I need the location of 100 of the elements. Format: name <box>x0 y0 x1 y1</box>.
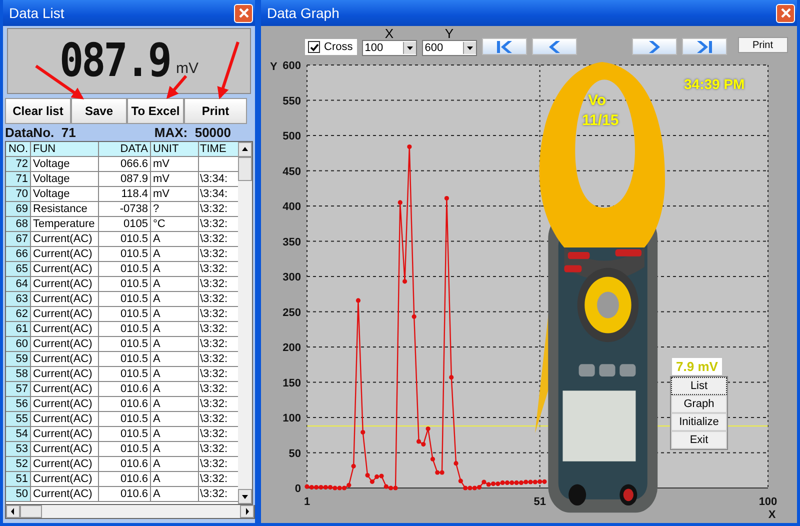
table-cell: 50 <box>6 487 31 502</box>
table-cell: A <box>151 322 199 337</box>
action-button[interactable]: Clear list <box>5 98 71 124</box>
table-cell: 58 <box>6 367 31 382</box>
table-cell: Current(AC) <box>31 472 99 487</box>
table-cell: 57 <box>6 382 31 397</box>
table-cell: Current(AC) <box>31 232 99 247</box>
y-axis-label: Y <box>270 61 278 73</box>
scroll-left-icon[interactable] <box>6 505 20 518</box>
table-cell: A <box>151 412 199 427</box>
close-button[interactable] <box>776 4 795 22</box>
table-cell: Voltage <box>31 187 99 202</box>
table-cell: A <box>151 397 199 412</box>
table-cell: Current(AC) <box>31 382 99 397</box>
data-point <box>449 375 454 380</box>
table-cell: Current(AC) <box>31 442 99 457</box>
table-cell: 010.5 <box>99 427 151 442</box>
x-axis-label: X <box>768 509 776 521</box>
data-point <box>430 456 436 462</box>
table-cell: A <box>151 337 199 352</box>
chevron-left-icon <box>548 40 560 52</box>
table-cell: 010.5 <box>99 322 151 337</box>
table-cell: 53 <box>6 442 31 457</box>
table-cell: °C <box>151 217 199 232</box>
y-tick-label: 550 <box>282 95 301 108</box>
data-point <box>351 464 356 468</box>
table-cell: 65 <box>6 262 31 277</box>
table-cell: 68 <box>6 217 31 232</box>
horizontal-scrollbar[interactable] <box>5 505 255 519</box>
table-cell: mV <box>151 187 199 202</box>
skip-last-icon <box>696 40 712 52</box>
column-header: FUN <box>31 142 99 157</box>
y-range-label: Y <box>444 27 454 40</box>
table-cell: 010.5 <box>99 277 151 292</box>
cross-checkbox[interactable]: Cross <box>305 39 357 55</box>
y-tick-label: 600 <box>282 60 301 72</box>
table-cell: Current(AC) <box>31 292 99 307</box>
table-cell: Current(AC) <box>31 337 99 352</box>
table-cell: A <box>151 442 199 457</box>
scroll-up-icon[interactable] <box>238 142 252 157</box>
y-tick-label: 200 <box>282 342 301 354</box>
close-button[interactable] <box>234 4 253 22</box>
cursor-value: 7.9 mV <box>672 358 722 375</box>
scroll-down-icon[interactable] <box>238 489 252 504</box>
skip-first-icon <box>496 40 512 52</box>
column-header: NO. <box>6 142 31 157</box>
table-cell: 010.5 <box>99 232 151 247</box>
reading-unit: mV <box>176 60 198 76</box>
x-tick-label: 100 <box>758 496 778 508</box>
menu-item[interactable]: List <box>671 377 727 395</box>
y-tick-label: 0 <box>294 483 301 495</box>
table-cell: Current(AC) <box>31 367 99 382</box>
scroll-thumb[interactable] <box>20 505 42 518</box>
table-cell: 087.9 <box>99 172 151 187</box>
data-point <box>458 478 463 484</box>
y-range-dropdown[interactable]: 600 <box>422 40 477 56</box>
table-cell: Current(AC) <box>31 397 99 412</box>
table-cell: A <box>151 472 199 487</box>
table-cell: 010.5 <box>99 367 151 382</box>
pointer-arrow <box>166 75 188 99</box>
first-page-button[interactable] <box>482 38 527 55</box>
table-cell: 59 <box>6 352 31 367</box>
vertical-scrollbar[interactable] <box>238 142 252 504</box>
action-button[interactable]: To Excel <box>127 98 184 124</box>
dropdown-caret-icon <box>462 42 476 54</box>
table-cell: 010.5 <box>99 307 151 322</box>
x-range-dropdown[interactable]: 100 <box>362 40 417 56</box>
window-title: Data Graph <box>267 5 340 21</box>
table-cell: Current(AC) <box>31 457 99 472</box>
scroll-right-icon[interactable] <box>240 505 254 518</box>
action-button[interactable]: Save <box>71 98 127 124</box>
y-tick-label: 100 <box>282 412 301 424</box>
y-tick-label: 300 <box>282 272 301 284</box>
table-cell: Temperature <box>31 217 99 232</box>
table-cell: 62 <box>6 307 31 322</box>
action-button[interactable]: Print <box>184 98 247 124</box>
table-cell: A <box>151 382 199 397</box>
data-point <box>454 461 458 466</box>
table-cell: 66 <box>6 247 31 262</box>
scroll-thumb[interactable] <box>238 157 252 181</box>
data-point <box>444 196 449 201</box>
table-cell: 63 <box>6 292 31 307</box>
menu-item[interactable]: Graph <box>671 395 727 413</box>
menu-item[interactable]: Initialize <box>671 413 727 431</box>
next-page-button[interactable] <box>632 38 677 55</box>
table-cell: A <box>151 277 199 292</box>
previous-page-button[interactable] <box>532 38 577 55</box>
max-count: MAX: 50000 <box>154 125 231 140</box>
table-cell: Current(AC) <box>31 412 99 427</box>
y-tick-label: 250 <box>282 306 301 319</box>
table-cell: A <box>151 487 199 502</box>
last-page-button[interactable] <box>682 38 727 55</box>
column-header: UNIT <box>151 142 199 157</box>
print-button[interactable]: Print <box>738 37 788 53</box>
data-point <box>412 314 416 319</box>
table-cell: Current(AC) <box>31 322 99 337</box>
table-cell: Resistance <box>31 202 99 217</box>
menu-item[interactable]: Exit <box>671 431 727 449</box>
table-cell: 010.5 <box>99 412 151 427</box>
data-point <box>426 426 430 432</box>
